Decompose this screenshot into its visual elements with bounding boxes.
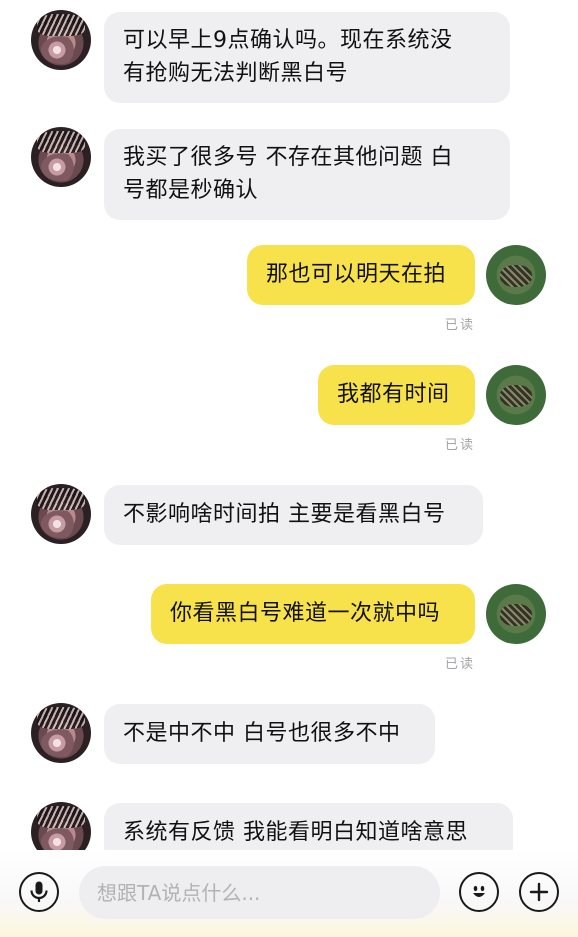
my-avatar[interactable] (486, 584, 546, 644)
my-avatar[interactable] (486, 365, 546, 425)
message-row: 我买了很多号 不存在其他问题 白 号都是秒确认 (0, 127, 578, 222)
message-row: 不影响啥时间拍 主要是看黑白号 (0, 484, 578, 546)
contact-avatar[interactable] (31, 10, 91, 70)
plus-icon[interactable] (519, 872, 559, 912)
message-text-line: 可以早上9点确认吗。现在系统没 (123, 28, 453, 53)
read-status: 已读 (445, 657, 476, 672)
message-bubble[interactable]: 那也可以明天在拍 (247, 245, 475, 305)
message-row: 不是中不中 白号也很多不中 (0, 703, 578, 765)
message-bubble[interactable]: 不影响啥时间拍 主要是看黑白号 (104, 485, 483, 545)
message-bubble[interactable]: 你看黑白号难道一次就中吗 (151, 584, 475, 644)
read-status: 已读 (445, 318, 476, 333)
message-bubble[interactable]: 系统有反馈 我能看明白知道啥意思 (104, 803, 513, 850)
message-bubble[interactable]: 我买了很多号 不存在其他问题 白 号都是秒确认 (104, 129, 510, 220)
message-row: 你看黑白号难道一次就中吗 已读 (0, 583, 578, 673)
message-row: 我都有时间 已读 (0, 364, 578, 454)
message-bubble[interactable]: 不是中不中 白号也很多不中 (104, 704, 435, 764)
chat-message-list[interactable]: 可以早上9点确认吗。现在系统没 有抢购无法判断黑白号 我买了很多号 不存在其他问… (0, 0, 578, 850)
message-row: 系统有反馈 我能看明白知道啥意思 (0, 802, 578, 850)
contact-avatar[interactable] (31, 127, 91, 187)
message-row: 可以早上9点确认吗。现在系统没 有抢购无法判断黑白号 (0, 10, 578, 105)
microphone-icon[interactable] (19, 872, 59, 912)
smiley-icon[interactable] (459, 872, 499, 912)
my-avatar[interactable] (486, 245, 546, 305)
read-status: 已读 (445, 438, 476, 453)
contact-avatar[interactable] (31, 484, 91, 544)
message-bubble[interactable]: 可以早上9点确认吗。现在系统没 有抢购无法判断黑白号 (104, 12, 510, 103)
message-input-bar (0, 850, 578, 937)
contact-avatar[interactable] (31, 802, 91, 850)
message-text-line: 号都是秒确认 (123, 178, 259, 203)
message-row: 那也可以明天在拍 已读 (0, 244, 578, 334)
contact-avatar[interactable] (31, 703, 91, 763)
message-text-line: 我买了很多号 不存在其他问题 白 (123, 145, 453, 170)
message-bubble[interactable]: 我都有时间 (318, 365, 475, 425)
message-text-line: 有抢购无法判断黑白号 (123, 61, 349, 86)
message-input[interactable] (79, 866, 440, 919)
